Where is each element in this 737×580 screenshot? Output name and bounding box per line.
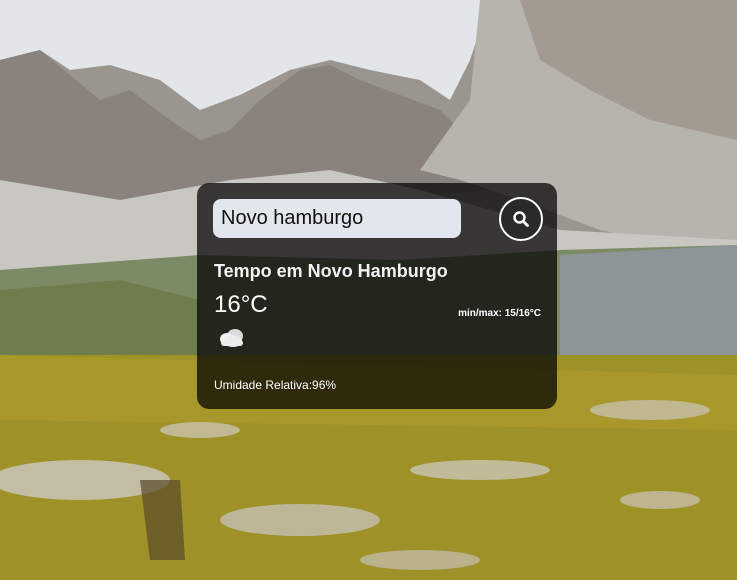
weather-condition [217, 327, 247, 354]
search-icon [513, 211, 529, 227]
humidity-value: Umidade Relativa:96% [214, 378, 337, 392]
min-max-temperature: min/max: 15/16°C [458, 308, 541, 319]
city-search-input[interactable] [213, 199, 461, 238]
search-button[interactable] [499, 197, 543, 241]
temperature-value: 16°C [214, 291, 268, 318]
cloudy-icon [220, 329, 243, 347]
weather-title: Tempo em Novo Hamburgo [214, 261, 448, 281]
weather-card: Tempo em Novo Hamburgo 16°C min/max: 15/… [197, 183, 557, 409]
